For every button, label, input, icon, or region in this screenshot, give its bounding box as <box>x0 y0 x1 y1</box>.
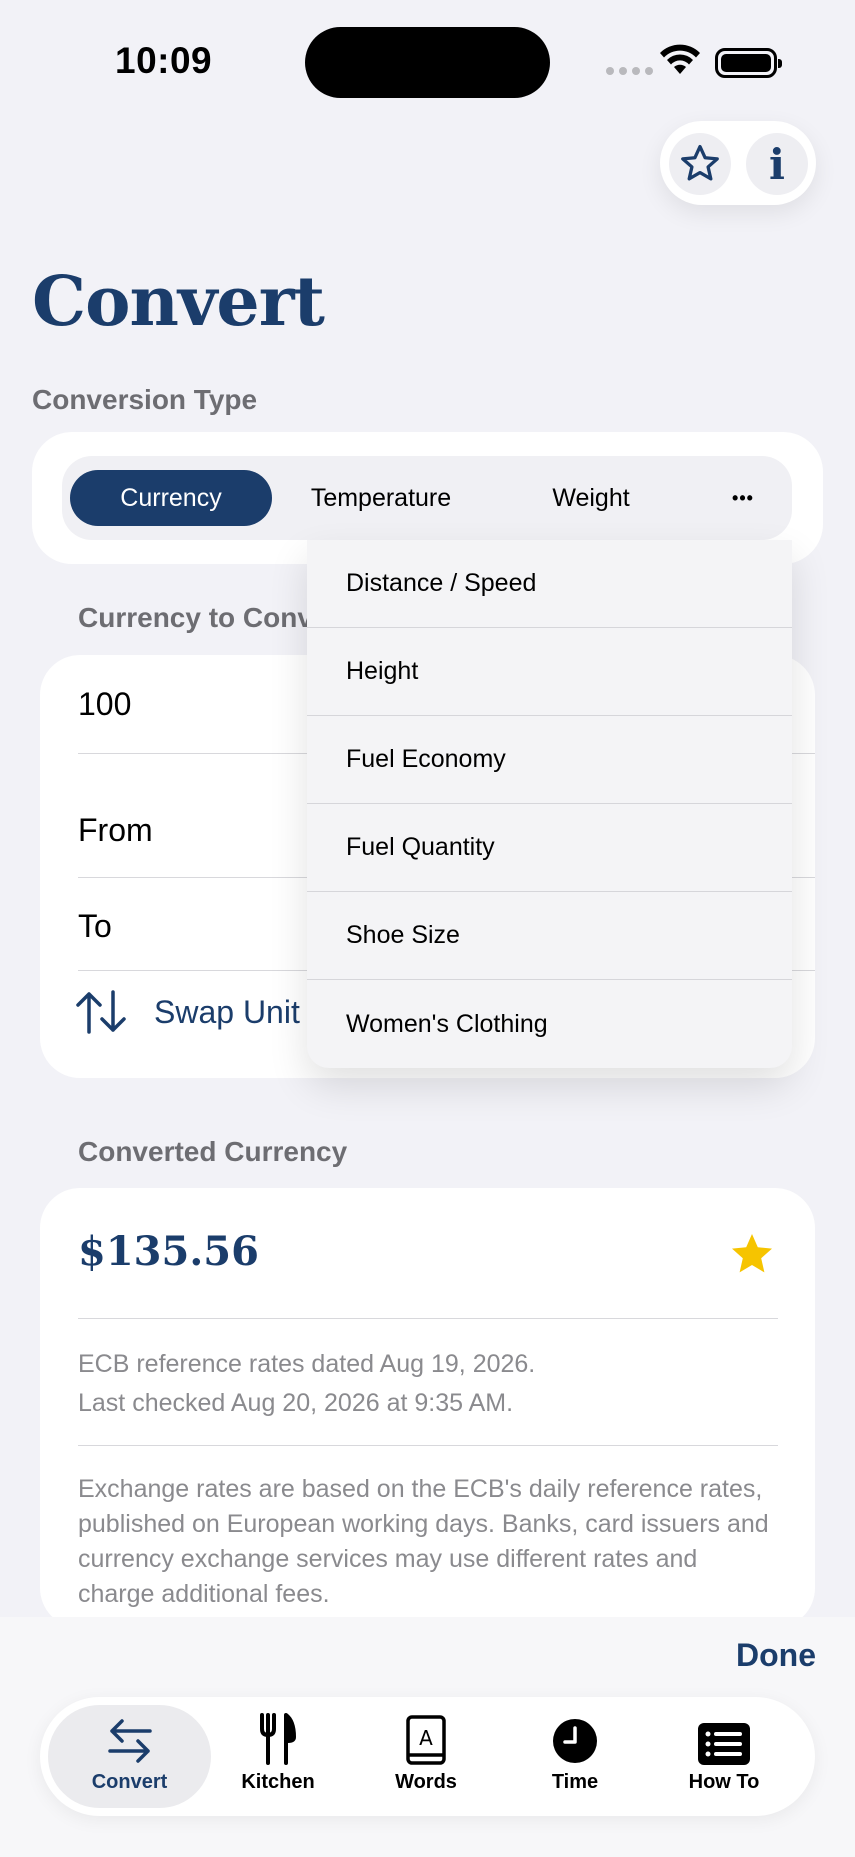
conversion-type-label: Conversion Type <box>32 384 258 415</box>
to-unit-row[interactable]: To <box>78 908 112 945</box>
svg-text:A: A <box>419 1726 433 1750</box>
battery-icon <box>715 48 782 78</box>
segment-temperature[interactable]: Temperature <box>283 470 479 526</box>
tab-words[interactable]: A Words <box>351 1705 501 1808</box>
swap-units-label: Swap Unit <box>154 993 300 1030</box>
tab-convert[interactable]: Convert <box>48 1705 211 1808</box>
menu-item-height[interactable]: Height <box>307 628 792 716</box>
rates-info: ECB reference rates dated Aug 19, 2026. … <box>78 1345 535 1423</box>
from-unit-row[interactable]: From <box>78 812 153 849</box>
menu-item-fuel-economy[interactable]: Fuel Economy <box>307 716 792 804</box>
menu-item-distance-speed[interactable]: Distance / Speed <box>307 540 792 628</box>
arrows-swap-icon <box>107 1719 152 1763</box>
tab-kitchen[interactable]: Kitchen <box>203 1705 353 1808</box>
conversion-type-menu: Distance / Speed Height Fuel Economy Fue… <box>307 540 792 1068</box>
info-icon: i <box>769 139 785 189</box>
rates-disclaimer: Exchange rates are based on the ECB's da… <box>78 1475 769 1608</box>
wifi-icon <box>660 44 700 74</box>
page-title: Convert <box>32 262 325 342</box>
clock-icon <box>553 1719 597 1763</box>
menu-item-womens-clothing[interactable]: Women's Clothing <box>307 980 792 1068</box>
menu-item-fuel-quantity[interactable]: Fuel Quantity <box>307 804 792 892</box>
favorite-star-button[interactable] <box>728 1232 776 1278</box>
divider <box>78 1445 778 1446</box>
swap-units-button[interactable]: Swap Unit <box>75 990 300 1034</box>
list-icon <box>698 1723 750 1765</box>
info-button[interactable]: i <box>746 133 808 195</box>
rates-date: ECB reference rates dated Aug 19, 2026. <box>78 1350 536 1378</box>
favorites-button[interactable] <box>669 133 731 195</box>
dynamic-island <box>305 27 550 98</box>
divider <box>78 1318 778 1319</box>
last-checked: Last checked Aug 20, 2026 at 9:35 AM. <box>78 1389 514 1417</box>
amount-input[interactable]: 100 <box>78 686 131 723</box>
tab-kitchen-label: Kitchen <box>241 1771 315 1793</box>
swap-arrows-icon <box>76 990 126 1034</box>
segment-currency[interactable]: Currency <box>70 470 272 526</box>
tab-convert-label: Convert <box>91 1771 168 1793</box>
converted-currency-label: Converted Currency <box>78 1136 348 1167</box>
tab-time[interactable]: Time <box>500 1705 650 1808</box>
segment-weight[interactable]: Weight <box>500 470 682 526</box>
tab-time-label: Time <box>551 1771 599 1793</box>
cellular-signal-icon <box>606 67 653 75</box>
tab-words-label: Words <box>395 1771 457 1793</box>
dictionary-icon: A <box>406 1715 446 1765</box>
tab-how-to-label: How To <box>688 1771 760 1793</box>
star-outline-icon <box>681 144 719 181</box>
more-types-button[interactable]: ••• <box>700 470 786 526</box>
fork-knife-icon <box>260 1713 296 1765</box>
tab-how-to[interactable]: How To <box>649 1705 799 1808</box>
done-button[interactable]: Done <box>736 1637 816 1674</box>
menu-item-shoe-size[interactable]: Shoe Size <box>307 892 792 980</box>
currency-input-section-label: Currency to Conv <box>78 602 313 633</box>
status-time: 10:09 <box>115 40 213 81</box>
toolbar-pill: i <box>660 121 816 205</box>
converted-value: $135.56 <box>78 1228 259 1275</box>
